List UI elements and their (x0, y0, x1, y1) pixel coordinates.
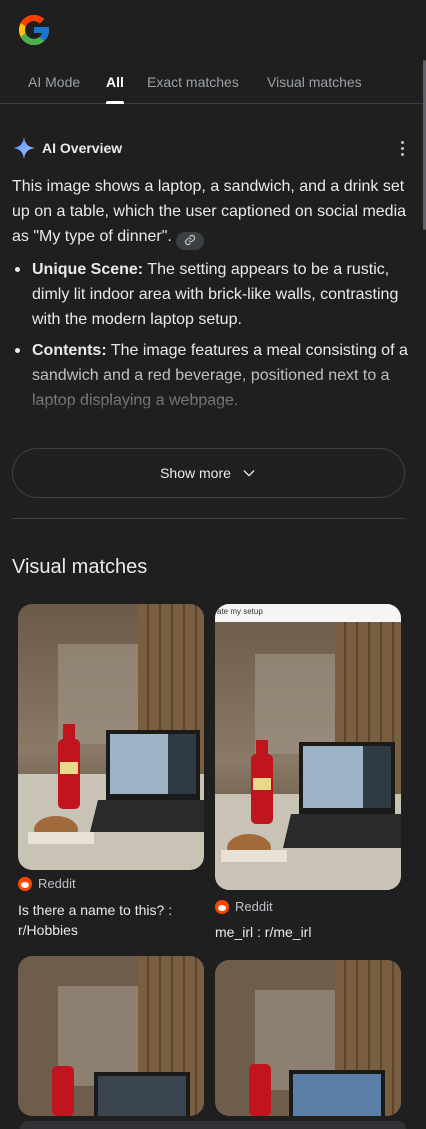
more-vert-icon[interactable] (394, 138, 410, 158)
ai-overview-summary: This image shows a laptop, a sandwich, a… (12, 174, 410, 250)
match-thumbnail[interactable] (18, 956, 204, 1116)
chevron-down-icon (243, 470, 255, 477)
content-fade (0, 360, 426, 420)
sparkle-icon (13, 137, 35, 159)
match-thumbnail[interactable] (215, 960, 401, 1116)
point-label: Unique Scene: (32, 261, 144, 278)
match-source: Reddit (18, 876, 76, 891)
search-tabs: AI Mode All Exact matches Visual matches (0, 60, 426, 104)
reddit-icon (215, 899, 229, 914)
visual-matches-title: Visual matches (12, 556, 148, 578)
source-name: Reddit (38, 876, 76, 891)
tab-exact-matches[interactable]: Exact matches (147, 74, 239, 90)
visual-match-card[interactable]: Reddit Is there a name to this? : r/Hobb… (18, 604, 204, 938)
summary-text: This image shows a laptop, a sandwich, a… (12, 178, 407, 245)
point-label: Contents: (32, 342, 107, 359)
ai-overview-header: AI Overview (12, 136, 414, 160)
reddit-icon (18, 876, 32, 891)
match-source: Reddit (215, 899, 273, 914)
section-divider (12, 518, 405, 519)
visual-match-card[interactable] (18, 956, 204, 1116)
tab-visual-matches[interactable]: Visual matches (267, 74, 362, 90)
active-tab-indicator (106, 101, 124, 104)
tab-all[interactable]: All (106, 74, 124, 90)
link-icon[interactable] (175, 232, 204, 250)
google-logo[interactable] (16, 12, 52, 48)
thumbnail-caption: ate my setup (217, 607, 263, 616)
show-more-button[interactable]: Show more (12, 448, 405, 498)
list-item: Unique Scene: The setting appears to be … (12, 257, 410, 332)
ai-overview-title: AI Overview (42, 140, 123, 156)
bottom-sheet-handle[interactable] (20, 1121, 406, 1129)
match-title[interactable]: Is there a name to this? : r/Hobbies (18, 900, 208, 940)
visual-match-card[interactable] (215, 960, 401, 1116)
match-thumbnail[interactable] (18, 604, 204, 870)
match-title[interactable]: me_irl : r/me_irl (215, 922, 405, 942)
tab-ai-mode[interactable]: AI Mode (28, 74, 80, 90)
visual-match-card[interactable]: ate my setup Reddit me_irl : r/me_irl (215, 604, 401, 944)
match-thumbnail[interactable] (215, 604, 401, 890)
show-more-label: Show more (160, 465, 231, 481)
source-name: Reddit (235, 899, 273, 914)
